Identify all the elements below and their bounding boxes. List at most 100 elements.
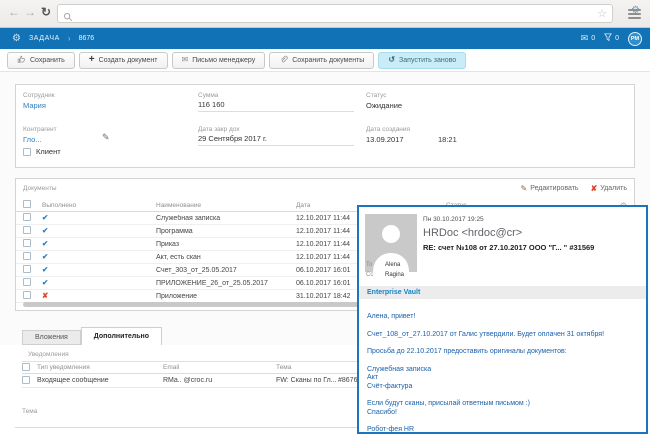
row-checkbox[interactable] [22, 376, 30, 384]
row-checkbox[interactable] [23, 252, 31, 260]
tab-additional[interactable]: Дополнительно [81, 327, 162, 345]
amount-label: Сумма [198, 92, 218, 99]
filter-counter[interactable]: 0 [604, 33, 619, 44]
client-checkbox-row: Клиент [23, 147, 61, 156]
column-done[interactable]: Выполнено [42, 202, 156, 209]
document-name[interactable]: Счет_303_от_25.05.2017 [156, 267, 296, 274]
tab-attachments[interactable]: Вложения [22, 330, 81, 345]
save-button[interactable]: Сохранить [7, 52, 75, 69]
email-body: Алена, привет! Счет_108_от_27.10.2017 от… [359, 299, 646, 432]
edit-pencil-icon[interactable]: ✎ [102, 132, 110, 143]
subject-field[interactable] [15, 412, 357, 428]
select-all-checkbox[interactable] [23, 200, 31, 208]
breadcrumb: ⚙ ЗАДАЧА › 8676 [12, 28, 94, 49]
bottom-tabs: Вложения Дополнительно [22, 327, 162, 345]
save-documents-label: Сохранить документы [292, 57, 364, 64]
breadcrumb-task-id: 8676 [79, 35, 95, 42]
employee-link[interactable]: Мария [23, 101, 46, 110]
breadcrumb-root[interactable]: ЗАДАЧА [29, 35, 60, 42]
column-notification-type[interactable]: Тип уведомления [37, 364, 163, 371]
letter-to-manager-button[interactable]: ✉ Письмо менеджеру [172, 52, 266, 69]
notification-type: Входящее сообщение [37, 377, 163, 384]
documents-actions: ✎ Редактировать ✘ Удалить [521, 184, 628, 193]
done-status-icon [42, 252, 48, 261]
column-subject[interactable]: Тема [276, 364, 338, 371]
done-status-icon [42, 213, 48, 222]
filter-count: 0 [615, 35, 619, 42]
mail-counter[interactable]: ✉ 0 [581, 34, 595, 43]
to-label: To [366, 262, 375, 268]
client-label: Клиент [36, 147, 61, 156]
done-status-icon [42, 239, 48, 248]
document-name[interactable]: ПРИЛОЖЕНИЕ_26_от_25.05.2017 [156, 280, 296, 287]
row-checkbox[interactable] [23, 278, 31, 286]
bookmark-star-icon[interactable]: ☆ [597, 7, 607, 20]
enterprise-vault-link[interactable]: Enterprise Vault [367, 289, 420, 296]
pencil-icon: ✎ [521, 184, 528, 193]
save-documents-button[interactable]: Сохранить документы [269, 52, 374, 69]
row-checkbox[interactable] [23, 291, 31, 299]
settings-gear-icon[interactable]: ⚙ [12, 33, 21, 44]
document-name[interactable]: Акт, есть скан [156, 254, 296, 261]
done-status-icon [42, 226, 48, 235]
email-body-paragraph: Если будут сканы, присылай ответным пись… [367, 400, 638, 417]
forward-icon[interactable]: → [24, 6, 36, 18]
email-body-paragraph: Алена, привет! [367, 313, 638, 322]
email-body-paragraph: Робот-фея HR [367, 426, 638, 432]
edit-button[interactable]: ✎ Редактировать [521, 184, 579, 193]
app-header-bar: ⚙ ЗАДАЧА › 8676 ✉ 0 0 PM [0, 28, 650, 49]
action-toolbar: Сохранить + Создать документ ✉ Письмо ме… [0, 49, 650, 72]
app-window: ← → ↻ ☆ ⚙ ЗАДАЧА › 8676 ✉ 0 [0, 0, 650, 436]
counterparty-link[interactable]: Гло... [23, 135, 42, 144]
done-status-icon [42, 278, 48, 287]
document-name[interactable]: Программа [156, 228, 296, 235]
plus-icon: + [89, 56, 95, 64]
reload-icon[interactable]: ↻ [41, 6, 51, 18]
document-name[interactable]: Приложение [156, 293, 296, 300]
search-icon [63, 9, 73, 27]
avatar[interactable]: PM [628, 32, 642, 46]
edit-label: Редактировать [530, 185, 578, 192]
enterprise-vault-banner: Enterprise Vault [359, 286, 646, 299]
counterparty-label: Контрагент [23, 126, 57, 133]
close-date-label: Дата закр дох [198, 126, 240, 133]
notifications-title: Уведомления [28, 351, 69, 358]
task-form-panel: Сотрудник Мария Сумма 116 160 Статус Ожи… [15, 84, 635, 168]
create-document-button[interactable]: + Создать документ [79, 52, 168, 69]
close-date-value[interactable]: 29 Сентября 2017 г. [198, 134, 354, 146]
row-checkbox[interactable] [23, 239, 31, 247]
document-name[interactable]: Служебная записка [156, 215, 296, 222]
address-bar[interactable]: ☆ [57, 4, 613, 23]
done-status-icon [42, 291, 48, 300]
restart-label: Запустить заново [399, 57, 456, 64]
delete-label: Удалить [600, 185, 627, 192]
save-label: Сохранить [30, 57, 65, 64]
row-checkbox[interactable] [23, 265, 31, 273]
notification-subject: FW: Сканы по Гл... [276, 377, 338, 384]
toolbar-gear-icon[interactable]: ⚙ [631, 5, 640, 16]
cc-value: Ragina [385, 272, 404, 278]
email-body-paragraph: Просьба до 22.10.2017 предоставить ориги… [367, 348, 638, 357]
client-checkbox[interactable] [23, 148, 31, 156]
email-body-paragraph: Служебная записка Акт Счёт-фактура [367, 366, 638, 392]
menu-bar [628, 17, 641, 19]
column-name[interactable]: Наименование [156, 202, 296, 209]
email-to-row: To Alena [366, 262, 400, 268]
email-sender: HRDoc <hrdoc@cr> [423, 227, 522, 239]
employee-label: Сотрудник [23, 92, 55, 99]
row-checkbox[interactable] [23, 213, 31, 221]
status-label: Статус [366, 92, 387, 99]
breadcrumb-separator-icon: › [68, 34, 71, 43]
notifications-select-all-checkbox[interactable] [22, 363, 30, 371]
created-date: 13.09.2017 [366, 135, 404, 144]
delete-button[interactable]: ✘ Удалить [591, 184, 627, 193]
back-icon[interactable]: ← [8, 6, 20, 18]
restart-button[interactable]: ↺ Запустить заново [378, 52, 466, 69]
email-body-paragraph: Счет_108_от_27.10.2017 от Галис утвердил… [367, 331, 638, 340]
created-label: Дата создания [366, 126, 410, 133]
document-name[interactable]: Приказ [156, 241, 296, 248]
letter-to-manager-label: Письмо менеджеру [192, 57, 255, 64]
amount-value[interactable]: 116 160 [198, 100, 354, 112]
row-checkbox[interactable] [23, 226, 31, 234]
column-email[interactable]: Email [163, 364, 276, 371]
